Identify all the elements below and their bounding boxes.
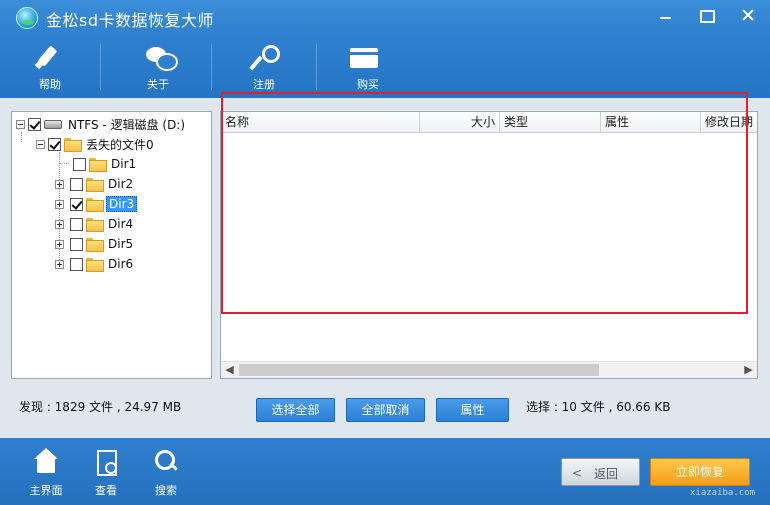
file-list[interactable]: 名称 大小 类型 属性 修改日期 ◀ ▶	[220, 111, 758, 379]
tree-label: NTFS - 逻辑磁盘 (D:)	[68, 117, 186, 132]
tree-node-dir5[interactable]: Dir5	[55, 235, 135, 253]
expand-icon[interactable]	[55, 239, 64, 249]
tree-node-dir2[interactable]: Dir2	[55, 175, 135, 193]
folder-icon	[89, 158, 107, 172]
toolbar: 帮助 关于 注册 购买	[0, 36, 770, 98]
help-label: 帮助	[39, 78, 61, 91]
folder-icon	[86, 238, 104, 252]
back-label: 返回	[594, 467, 619, 481]
tree-node-root[interactable]: NTFS - 逻辑磁盘 (D:)	[16, 115, 187, 133]
register-button[interactable]: 注册	[236, 36, 292, 98]
app-logo-icon	[16, 7, 38, 29]
select-all-button[interactable]: 选择全部	[256, 398, 335, 422]
expand-icon[interactable]	[55, 179, 64, 189]
tree-node-dir1[interactable]: Dir1	[73, 155, 138, 173]
dir6-checkbox[interactable]	[70, 257, 83, 271]
selected-status: 选择 : 10 文件 , 60.66 KB	[526, 400, 671, 414]
key-icon	[248, 44, 280, 72]
maximize-button[interactable]	[686, 0, 726, 30]
column-size[interactable]: 大小	[420, 112, 500, 133]
expand-icon[interactable]	[55, 219, 64, 229]
home-label: 主界面	[29, 484, 63, 497]
view-label: 查看	[95, 484, 117, 497]
dir4-checkbox[interactable]	[70, 217, 83, 231]
search-icon	[153, 448, 179, 476]
directory-tree[interactable]: NTFS - 逻辑磁盘 (D:) 丢失的文件0 Dir1 Dir2 Dir3 D…	[11, 111, 212, 379]
folder-icon	[86, 198, 104, 212]
about-button[interactable]: 关于	[130, 36, 186, 98]
watermark-text: xiazaiba.com	[690, 488, 756, 498]
tree-label: Dir2	[108, 177, 134, 191]
tree-label: Dir1	[111, 157, 137, 171]
folder-icon	[86, 178, 104, 192]
expand-icon[interactable]	[55, 259, 64, 269]
properties-button[interactable]: 属性	[436, 398, 509, 422]
horizontal-scrollbar[interactable]: ◀ ▶	[221, 361, 757, 378]
search-button[interactable]: 搜索	[146, 438, 186, 505]
collapse-icon[interactable]	[36, 139, 45, 149]
deselect-all-button[interactable]: 全部取消	[346, 398, 425, 422]
view-icon	[93, 448, 119, 476]
pencil-icon	[33, 44, 61, 72]
tree-label: 丢失的文件0	[86, 137, 154, 152]
tree-node-lost-files[interactable]: 丢失的文件0	[36, 135, 156, 153]
dir5-checkbox[interactable]	[70, 237, 83, 251]
tree-connector	[59, 163, 69, 164]
tree-node-dir4[interactable]: Dir4	[55, 215, 135, 233]
found-status: 发现 : 1829 文件 , 24.97 MB	[19, 400, 182, 414]
column-type[interactable]: 类型	[500, 112, 601, 133]
tree-node-dir3[interactable]: Dir3	[55, 195, 138, 213]
close-button[interactable]	[728, 0, 768, 30]
tree-label: Dir4	[108, 217, 134, 231]
lost-files-checkbox[interactable]	[48, 137, 61, 151]
column-attributes[interactable]: 属性	[601, 112, 701, 133]
search-label: 搜索	[155, 484, 177, 497]
folder-icon	[64, 138, 82, 152]
card-icon	[350, 44, 378, 72]
column-modified-date[interactable]: 修改日期	[701, 112, 757, 133]
scroll-right-icon[interactable]: ▶	[740, 362, 757, 378]
expand-icon[interactable]	[55, 199, 64, 209]
register-label: 注册	[253, 78, 275, 91]
buy-label: 购买	[357, 78, 379, 91]
tree-label: Dir5	[108, 237, 134, 251]
minimize-button[interactable]	[645, 0, 685, 30]
drive-icon	[44, 119, 62, 129]
home-button[interactable]: 主界面	[26, 438, 66, 505]
window-title: 金松sd卡数据恢复大师	[46, 11, 214, 30]
help-button[interactable]: 帮助	[22, 36, 78, 98]
toolbar-divider	[316, 44, 317, 90]
collapse-icon[interactable]	[16, 119, 25, 129]
tree-connector	[21, 132, 22, 142]
chat-bubbles-icon	[146, 44, 178, 72]
view-button[interactable]: 查看	[86, 438, 126, 505]
dir1-checkbox[interactable]	[73, 157, 86, 171]
scrollbar-thumb[interactable]	[239, 364, 599, 376]
buy-button[interactable]: 购买	[340, 36, 396, 98]
dir2-checkbox[interactable]	[70, 177, 83, 191]
recover-now-button[interactable]: 立即恢复	[650, 458, 750, 486]
column-name[interactable]: 名称	[221, 112, 420, 133]
toolbar-divider	[100, 44, 101, 90]
scroll-left-icon[interactable]: ◀	[221, 362, 238, 378]
folder-icon	[86, 218, 104, 232]
about-label: 关于	[147, 78, 169, 91]
file-list-header: 名称 大小 类型 属性 修改日期	[221, 112, 757, 133]
root-checkbox[interactable]	[28, 117, 41, 131]
title-bar: 金松sd卡数据恢复大师	[0, 0, 770, 36]
tree-label-selected: Dir3	[106, 196, 138, 212]
back-button[interactable]: < 返回	[561, 458, 640, 486]
folder-icon	[86, 258, 104, 272]
tree-label: Dir6	[108, 257, 134, 271]
chevron-left-icon: <	[572, 466, 583, 480]
tree-node-dir6[interactable]: Dir6	[55, 255, 135, 273]
home-icon	[33, 448, 59, 476]
toolbar-divider	[211, 44, 212, 90]
dir3-checkbox[interactable]	[70, 197, 83, 211]
